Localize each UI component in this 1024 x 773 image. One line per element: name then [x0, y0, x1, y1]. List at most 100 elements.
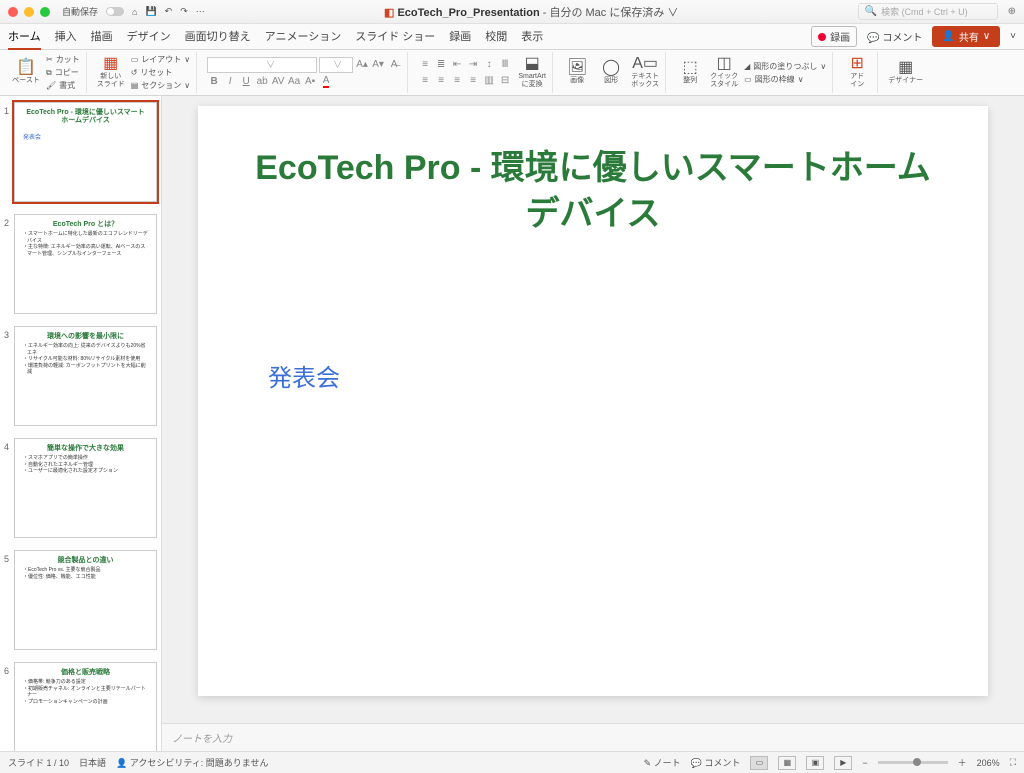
tab-animations[interactable]: アニメーション	[265, 24, 342, 50]
justify-button[interactable]: ≡	[466, 74, 480, 88]
tab-home[interactable]: ホーム	[8, 24, 41, 50]
smartart-button[interactable]: ⬓SmartArt に変換	[518, 56, 546, 88]
accessibility-button[interactable]: 👤 アクセシビリティ: 問題ありません	[116, 756, 268, 769]
language-button[interactable]: 日本語	[79, 756, 106, 769]
addins-button[interactable]: ⊞アド イン	[843, 56, 871, 88]
zoom-level[interactable]: 206%	[977, 758, 1000, 768]
filename[interactable]: EcoTech_Pro_Presentation	[397, 7, 539, 19]
indent-dec-button[interactable]: ⇤	[450, 58, 464, 72]
slide-thumbnails[interactable]: 1EcoTech Pro - 環境に優しいスマートホームデバイス発表会2EcoT…	[0, 96, 162, 751]
shrink-font-button[interactable]: A▾	[371, 58, 385, 72]
columns-button[interactable]: ▥	[482, 74, 496, 88]
collapse-ribbon-icon[interactable]: ˅	[1010, 31, 1016, 42]
slide-subtitle[interactable]: 発表会	[268, 358, 938, 393]
shapes-button[interactable]: ◯図形	[597, 60, 625, 85]
shape-outline-button[interactable]: ▭ 図形の枠線 ∨	[744, 74, 826, 85]
line-spacing-button[interactable]: ↕	[482, 58, 496, 72]
indent-inc-button[interactable]: ⇥	[466, 58, 480, 72]
comments-toggle[interactable]: 💬 コメント	[691, 756, 741, 769]
notes-toggle[interactable]: ✎ ノート	[644, 756, 681, 769]
paste-button[interactable]: 📋ペースト	[12, 60, 40, 85]
close-icon[interactable]	[8, 7, 18, 17]
grow-font-button[interactable]: A▴	[355, 58, 369, 72]
numbering-button[interactable]: ≣	[434, 58, 448, 72]
shape-fill-button[interactable]: ◢ 図形の塗りつぶし ∨	[744, 61, 826, 72]
slide-thumb-5[interactable]: 競合製品との違いEcoTech Pro vs. 主要な競合製品優位性: 価格、機…	[14, 550, 157, 650]
slide-thumb-2[interactable]: EcoTech Pro とは？スマートホームに特化した最新のエコフレンドリーデバ…	[14, 214, 157, 314]
textbox-button[interactable]: A▭テキスト ボックス	[631, 56, 659, 88]
view-normal-button[interactable]: ▭	[750, 756, 768, 770]
font-color-button[interactable]: A	[319, 75, 333, 89]
fit-window-button[interactable]: ⛶	[1010, 757, 1016, 768]
slide-counter[interactable]: スライド 1 / 10	[8, 756, 69, 769]
minimize-icon[interactable]	[24, 7, 34, 17]
reset-button[interactable]: ↺ リセット	[131, 67, 190, 78]
textbox-icon: A▭	[632, 56, 658, 72]
home-icon[interactable]: ⌂	[132, 7, 137, 17]
slide-title[interactable]: EcoTech Pro - 環境に優しいスマートホームデバイス	[248, 146, 938, 238]
arrange-group: ⬚整列 ◫クイック スタイル ◢ 図形の塗りつぶし ∨ ▭ 図形の枠線 ∨	[670, 52, 833, 93]
comments-button[interactable]: 💬 コメント	[867, 29, 922, 44]
search-input[interactable]: 🔍 検索 (Cmd + Ctrl + U)	[858, 3, 998, 20]
zoom-slider[interactable]	[878, 761, 948, 764]
strike-button[interactable]: ab	[255, 75, 269, 89]
view-slideshow-button[interactable]: ▶	[834, 756, 852, 770]
overflow-icon[interactable]: ⊕	[1008, 6, 1016, 17]
autosave-toggle[interactable]	[106, 7, 124, 16]
new-slide-button[interactable]: ▦新しい スライド	[97, 56, 125, 88]
bold-button[interactable]: B	[207, 75, 221, 89]
font-size-select[interactable]: ∨	[319, 57, 353, 73]
share-button[interactable]: 👤共有 ∨	[932, 26, 1000, 47]
designer-button[interactable]: ▦デザイナー	[888, 60, 923, 85]
undo-icon[interactable]: ↶	[165, 6, 173, 17]
arrange-button[interactable]: ⬚整列	[676, 60, 704, 85]
quickstyle-button[interactable]: ◫クイック スタイル	[710, 56, 738, 88]
ribbon-tabs-row: ホーム 挿入 描画 デザイン 画面切り替え アニメーション スライド ショー 録…	[0, 24, 1024, 50]
tab-record[interactable]: 録画	[449, 24, 471, 50]
view-reading-button[interactable]: ▣	[806, 756, 824, 770]
layout-button[interactable]: ▭ レイアウト ∨	[131, 54, 190, 65]
slide-canvas[interactable]: EcoTech Pro - 環境に優しいスマートホームデバイス 発表会	[198, 106, 988, 696]
slide-canvas-area[interactable]: EcoTech Pro - 環境に優しいスマートホームデバイス 発表会	[162, 96, 1024, 723]
save-icon[interactable]: 💾	[145, 6, 156, 17]
slide-thumb-4[interactable]: 簡単な操作で大きな効果スマホアプリでの簡単操作自動化されたエネルギー管理ユーザー…	[14, 438, 157, 538]
slide-thumb-1[interactable]: EcoTech Pro - 環境に優しいスマートホームデバイス発表会	[14, 102, 157, 202]
tab-design[interactable]: デザイン	[127, 24, 171, 50]
notes-pane[interactable]: ノートを入力	[162, 723, 1024, 751]
copy-button[interactable]: ⧉ コピー	[46, 67, 80, 78]
zoom-out-button[interactable]: −	[862, 758, 867, 768]
spacing-button[interactable]: Aa	[287, 75, 301, 89]
clear-format-button[interactable]: A̶	[387, 58, 401, 72]
tab-draw[interactable]: 描画	[91, 24, 113, 50]
italic-button[interactable]: I	[223, 75, 237, 89]
slide-thumb-3[interactable]: 環境への影響を最小限にエネルギー効率の向上: 従来のデバイスよりも20%省エネリ…	[14, 326, 157, 426]
align-left-button[interactable]: ≡	[418, 74, 432, 88]
shadow-button[interactable]: AV	[271, 75, 285, 89]
ribbon: 📋ペースト ✂ カット ⧉ コピー 🖌 書式 ▦新しい スライド ▭ レイアウト…	[0, 50, 1024, 96]
zoom-icon[interactable]	[40, 7, 50, 17]
redo-icon[interactable]: ↷	[180, 6, 188, 17]
view-sorter-button[interactable]: ▦	[778, 756, 796, 770]
text-direction-button[interactable]: Ⅲ	[498, 58, 512, 72]
thumb-bullet: リサイクル可能な材料: 80%リサイクル素材を使用	[23, 356, 148, 363]
format-painter-button[interactable]: 🖌 書式	[46, 80, 80, 91]
tab-transitions[interactable]: 画面切り替え	[185, 24, 251, 50]
tab-insert[interactable]: 挿入	[55, 24, 77, 50]
slide-thumb-6[interactable]: 価格と販売戦略価格帯: 競争力のある設定初期販売チャネル: オンラインと主要リテ…	[14, 662, 157, 751]
picture-button[interactable]: 🖼画像	[563, 60, 591, 85]
tab-slideshow[interactable]: スライド ショー	[355, 24, 435, 50]
zoom-in-button[interactable]: ＋	[958, 756, 967, 769]
tab-view[interactable]: 表示	[521, 24, 543, 50]
highlight-button[interactable]: A▪	[303, 75, 317, 89]
record-button[interactable]: 録画	[811, 26, 857, 47]
underline-button[interactable]: U	[239, 75, 253, 89]
tab-review[interactable]: 校閲	[485, 24, 507, 50]
more-icon[interactable]: ⋯	[196, 6, 205, 17]
cut-button[interactable]: ✂ カット	[46, 54, 80, 65]
align-right-button[interactable]: ≡	[450, 74, 464, 88]
section-button[interactable]: ▤ セクション ∨	[131, 80, 190, 91]
bullets-button[interactable]: ≡	[418, 58, 432, 72]
align-text-button[interactable]: ⊟	[498, 74, 512, 88]
align-center-button[interactable]: ≡	[434, 74, 448, 88]
font-family-select[interactable]: ∨	[207, 57, 317, 73]
